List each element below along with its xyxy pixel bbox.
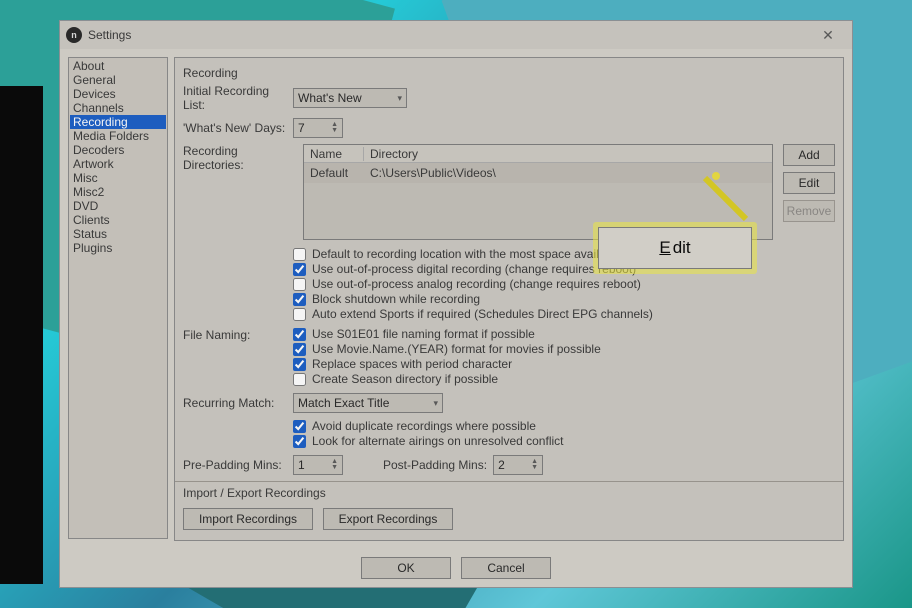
checkbox-input-s01e01[interactable] [293, 328, 306, 341]
table-header-name: Name [304, 147, 364, 161]
whats-new-days-stepper[interactable]: 7 ▲▼ [293, 118, 343, 138]
highlight-dot [712, 172, 720, 180]
titlebar: n Settings ✕ [60, 21, 852, 49]
checkbox-label: Create Season directory if possible [312, 372, 498, 386]
import-recordings-button[interactable]: Import Recordings [183, 508, 313, 530]
checkbox-label: Look for alternate airings on unresolved… [312, 434, 563, 448]
file-naming-label: File Naming: [183, 328, 293, 342]
sidebar-item-about[interactable]: About [70, 59, 166, 73]
checkbox-alt-airings[interactable]: Look for alternate airings on unresolved… [293, 434, 835, 448]
sidebar-item-misc[interactable]: Misc [70, 171, 166, 185]
sidebar-item-recording[interactable]: Recording [70, 115, 166, 129]
checkbox-input-oop-digital[interactable] [293, 263, 306, 276]
post-padding-value: 2 [498, 458, 505, 472]
window-title: Settings [88, 28, 810, 42]
checkbox-input-movie-year[interactable] [293, 343, 306, 356]
screen-left-black-stripe [0, 86, 43, 584]
ok-button[interactable]: OK [361, 557, 451, 579]
checkbox-input-season-dir[interactable] [293, 373, 306, 386]
checkbox-label: Block shutdown while recording [312, 292, 480, 306]
checkbox-label: Use Movie.Name.(YEAR) format for movies … [312, 342, 601, 356]
checkbox-input-alt-airings[interactable] [293, 435, 306, 448]
checkbox-label: Use out-of-process digital recording (ch… [312, 262, 636, 276]
checkbox-input-block-shutdown[interactable] [293, 293, 306, 306]
app-icon: n [66, 27, 82, 43]
pre-padding-value: 1 [298, 458, 305, 472]
sidebar-item-misc2[interactable]: Misc2 [70, 185, 166, 199]
import-export-title: Import / Export Recordings [183, 486, 835, 500]
checkbox-oop-analog[interactable]: Use out-of-process analog recording (cha… [293, 277, 835, 291]
close-icon[interactable]: ✕ [810, 27, 846, 44]
settings-panel-recording: Recording Initial Recording List: What's… [174, 57, 844, 541]
whats-new-days-value: 7 [298, 121, 305, 135]
checkbox-s01e01[interactable]: Use S01E01 file naming format if possibl… [293, 327, 835, 341]
initial-recording-list-label: Initial Recording List: [183, 84, 293, 112]
sidebar-item-status[interactable]: Status [70, 227, 166, 241]
remove-button[interactable]: Remove [783, 200, 835, 222]
post-padding-label: Post-Padding Mins: [383, 458, 487, 472]
checkbox-input-replace-spaces[interactable] [293, 358, 306, 371]
checkbox-label: Use out-of-process analog recording (cha… [312, 277, 641, 291]
table-header-directory: Directory [364, 147, 424, 161]
checkbox-auto-extend-sports[interactable]: Auto extend Sports if required (Schedule… [293, 307, 835, 321]
export-recordings-button[interactable]: Export Recordings [323, 508, 453, 530]
initial-recording-list-combo[interactable]: What's New ▾ [293, 88, 407, 108]
edit-callout: Edit [593, 222, 757, 274]
sidebar-item-dvd[interactable]: DVD [70, 199, 166, 213]
checkbox-movie-year[interactable]: Use Movie.Name.(YEAR) format for movies … [293, 342, 835, 356]
pre-padding-label: Pre-Padding Mins: [183, 458, 293, 472]
checkbox-label: Default to recording location with the m… [312, 247, 622, 261]
table-cell-name: Default [304, 166, 364, 180]
sidebar-item-general[interactable]: General [70, 73, 166, 87]
checkbox-block-shutdown[interactable]: Block shutdown while recording [293, 292, 835, 306]
checkbox-avoid-dup[interactable]: Avoid duplicate recordings where possibl… [293, 419, 835, 433]
stepper-arrows-icon: ▲▼ [331, 122, 338, 134]
recording-section-title: Recording [183, 66, 835, 80]
checkbox-replace-spaces[interactable]: Replace spaces with period character [293, 357, 835, 371]
table-cell-directory: C:\Users\Public\Videos\ [364, 166, 502, 180]
chevron-down-icon: ▾ [397, 93, 402, 104]
sidebar-item-artwork[interactable]: Artwork [70, 157, 166, 171]
callout-rest: dit [673, 238, 691, 258]
sidebar-item-decoders[interactable]: Decoders [70, 143, 166, 157]
checkbox-label: Use S01E01 file naming format if possibl… [312, 327, 535, 341]
checkbox-input-avoid-dup[interactable] [293, 420, 306, 433]
checkbox-input-auto-extend-sports[interactable] [293, 308, 306, 321]
post-padding-stepper[interactable]: 2 ▲▼ [493, 455, 543, 475]
settings-window: n Settings ✕ AboutGeneralDevicesChannels… [59, 20, 853, 588]
edit-button[interactable]: Edit [783, 172, 835, 194]
checkbox-label: Replace spaces with period character [312, 357, 512, 371]
checkbox-input-default-most-space[interactable] [293, 248, 306, 261]
sidebar-item-clients[interactable]: Clients [70, 213, 166, 227]
checkbox-season-dir[interactable]: Create Season directory if possible [293, 372, 835, 386]
sidebar-item-plugins[interactable]: Plugins [70, 241, 166, 255]
recurring-match-value: Match Exact Title [298, 396, 389, 410]
recurring-match-label: Recurring Match: [183, 396, 293, 410]
recurring-match-combo[interactable]: Match Exact Title ▾ [293, 393, 443, 413]
chevron-down-icon: ▾ [433, 398, 438, 409]
sidebar-item-devices[interactable]: Devices [70, 87, 166, 101]
pre-padding-stepper[interactable]: 1 ▲▼ [293, 455, 343, 475]
initial-recording-list-value: What's New [298, 91, 362, 105]
sidebar-item-media-folders[interactable]: Media Folders [70, 129, 166, 143]
sidebar-item-channels[interactable]: Channels [70, 101, 166, 115]
whats-new-days-label: 'What's New' Days: [183, 121, 293, 135]
settings-nav-list[interactable]: AboutGeneralDevicesChannelsRecordingMedi… [68, 57, 168, 539]
stepper-arrows-icon: ▲▼ [531, 459, 538, 471]
add-button[interactable]: Add [783, 144, 835, 166]
callout-mnemonic: E [659, 238, 670, 258]
recording-directories-label: Recording Directories: [183, 144, 293, 240]
cancel-button[interactable]: Cancel [461, 557, 551, 579]
checkbox-label: Auto extend Sports if required (Schedule… [312, 307, 653, 321]
stepper-arrows-icon: ▲▼ [331, 459, 338, 471]
checkbox-input-oop-analog[interactable] [293, 278, 306, 291]
checkbox-label: Avoid duplicate recordings where possibl… [312, 419, 536, 433]
